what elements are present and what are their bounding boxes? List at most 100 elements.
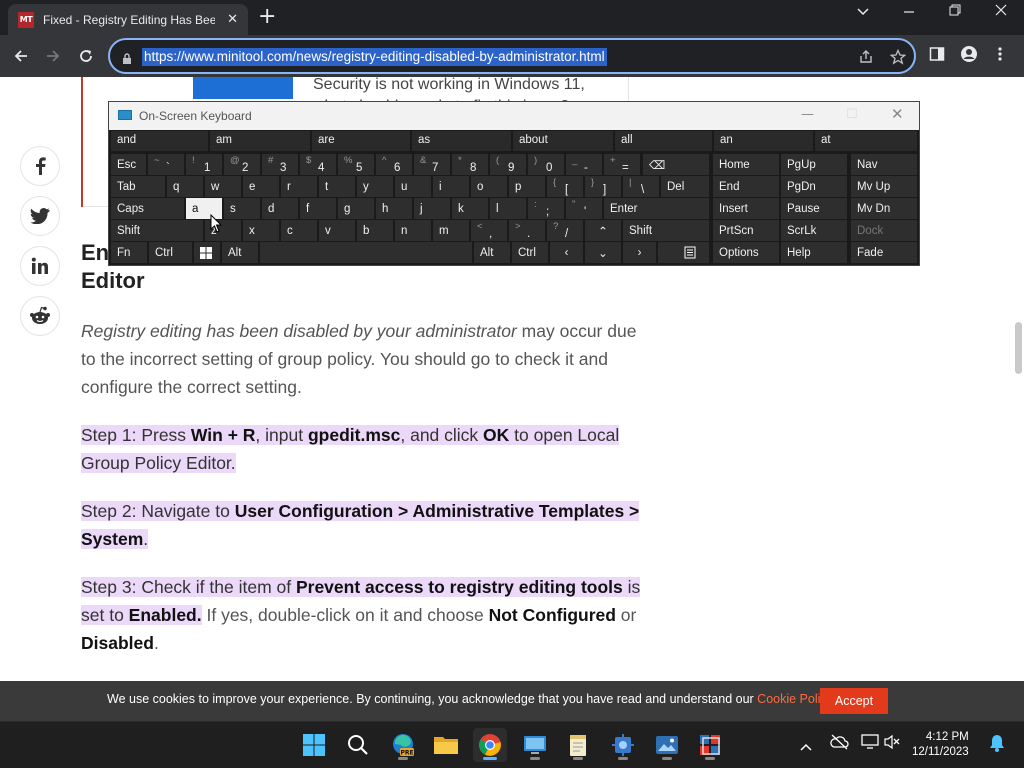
key-9[interactable]: (9 [490,154,526,175]
key-7[interactable]: & 7 [414,154,450,175]
suggestion-an[interactable]: an [714,131,813,151]
osk-title-bar[interactable]: On-Screen Keyboard — ☐ ✕ [109,102,919,130]
key-c[interactable]: c [281,220,317,241]
key-=[interactable]: + = [604,154,640,175]
back-button[interactable] [8,43,34,69]
suggestion-at[interactable]: at [815,131,917,151]
osk-close-button[interactable]: ✕ [891,105,904,123]
key-caps[interactable]: Caps [111,198,184,219]
key-end[interactable]: End [713,176,779,197]
photos-icon[interactable] [650,728,684,762]
edge-beta-icon[interactable]: PRE [386,728,420,762]
key-alt-right[interactable]: Alt [474,242,510,263]
key-left-arrow[interactable]: ‹ [550,242,583,263]
linkedin-share-icon[interactable] [20,246,60,286]
key-pgdn[interactable]: PgDn [781,176,847,197]
key-u[interactable]: u [395,176,431,197]
close-window-button[interactable] [986,4,1016,20]
suggestion-are[interactable]: are [312,131,410,151]
key-6[interactable]: ^ 6 [376,154,412,175]
key-close-bracket[interactable]: }] [585,176,621,197]
twitter-share-icon[interactable] [20,196,60,236]
control-panel-icon[interactable] [606,728,640,762]
profile-icon[interactable] [961,46,977,66]
key-fade[interactable]: Fade [851,242,917,263]
key-l[interactable]: l [490,198,526,219]
key-comma[interactable]: <, [471,220,507,241]
windows-start-icon[interactable] [297,728,331,762]
tab-search-chevron-icon[interactable] [848,4,878,20]
key-t[interactable]: t [319,176,355,197]
suggestion-all[interactable]: all [615,131,712,151]
key-f[interactable]: f [300,198,336,219]
minimize-button[interactable] [894,4,924,20]
key-0[interactable]: ) 0 [528,154,564,175]
onedrive-icon[interactable] [829,734,849,754]
key-pause[interactable]: Pause [781,198,847,219]
key-8[interactable]: * 8 [452,154,488,175]
key-d[interactable]: d [262,198,298,219]
page-scrollbar-thumb[interactable] [1015,322,1022,374]
suggestion-about[interactable]: about [513,131,613,151]
key-prtscn[interactable]: PrtScn [713,220,779,241]
key-period[interactable]: >. [509,220,545,241]
key-fn[interactable]: Fn [111,242,147,263]
key-backspace[interactable]: ⌫ [643,154,709,175]
show-hidden-icons-chevron-icon[interactable] [800,736,812,755]
key-backslash[interactable]: | \ [623,176,659,197]
remote-desktop-icon[interactable] [518,728,552,762]
key-x[interactable]: x [243,220,279,241]
key-m[interactable]: m [433,220,469,241]
key-pgup[interactable]: PgUp [781,154,847,175]
suggestion-am[interactable]: am [210,131,310,151]
suggestion-as[interactable]: as [412,131,511,151]
key-menu[interactable] [658,242,709,263]
share-icon[interactable] [858,49,874,69]
browser-tab[interactable]: MT Fixed - Registry Editing Has Been Dis… [8,4,248,35]
key-tab[interactable]: Tab [111,176,165,197]
notepad-icon[interactable] [561,728,595,762]
facebook-share-icon[interactable] [20,146,60,186]
key-5[interactable]: % 5 [338,154,374,175]
key-del[interactable]: Del [661,176,709,197]
key-k[interactable]: k [452,198,488,219]
bookmark-star-icon[interactable] [889,48,907,69]
key-shift-left[interactable]: Shift [111,220,203,241]
tab-close-icon[interactable]: ✕ [227,12,238,27]
key-p[interactable]: p [509,176,545,197]
key-4[interactable]: $4 [300,154,336,175]
display-icon[interactable] [861,734,879,754]
key-q[interactable]: q [167,176,203,197]
key-right-arrow[interactable]: › [623,242,656,263]
key-r[interactable]: r [281,176,317,197]
key-ctrl-right[interactable]: Ctrl [512,242,548,263]
key-g[interactable]: g [338,198,374,219]
key-ctrl-left[interactable]: Ctrl [149,242,192,263]
reload-button[interactable] [73,43,99,69]
registry-editor-icon[interactable] [693,728,727,762]
key-e[interactable]: e [243,176,279,197]
related-thumbnail[interactable] [193,77,293,99]
forward-button[interactable] [40,43,66,69]
key-insert[interactable]: Insert [713,198,779,219]
osk-maximize-button[interactable]: ☐ [846,107,858,122]
key-o[interactable]: o [471,176,507,197]
search-icon[interactable] [341,728,375,762]
key-enter[interactable]: Enter [604,198,709,219]
key-i[interactable]: i [433,176,469,197]
key-n[interactable]: n [395,220,431,241]
key-3[interactable]: #3 [262,154,298,175]
key-scrlk[interactable]: ScrLk [781,220,847,241]
key-quote[interactable]: " ' [566,198,602,219]
key-b[interactable]: b [357,220,393,241]
notifications-bell-icon[interactable] [989,734,1005,756]
key-up-arrow[interactable]: ⌃ [585,220,621,241]
key-j[interactable]: j [414,198,450,219]
new-tab-button[interactable]: + [258,6,276,28]
key-windows[interactable] [194,242,220,263]
key-mv-up[interactable]: Mv Up [851,176,917,197]
side-panel-icon[interactable] [929,46,945,66]
reddit-share-icon[interactable] [20,296,60,336]
key-alt-left[interactable]: Alt [222,242,258,263]
key-esc[interactable]: Esc [111,154,146,175]
